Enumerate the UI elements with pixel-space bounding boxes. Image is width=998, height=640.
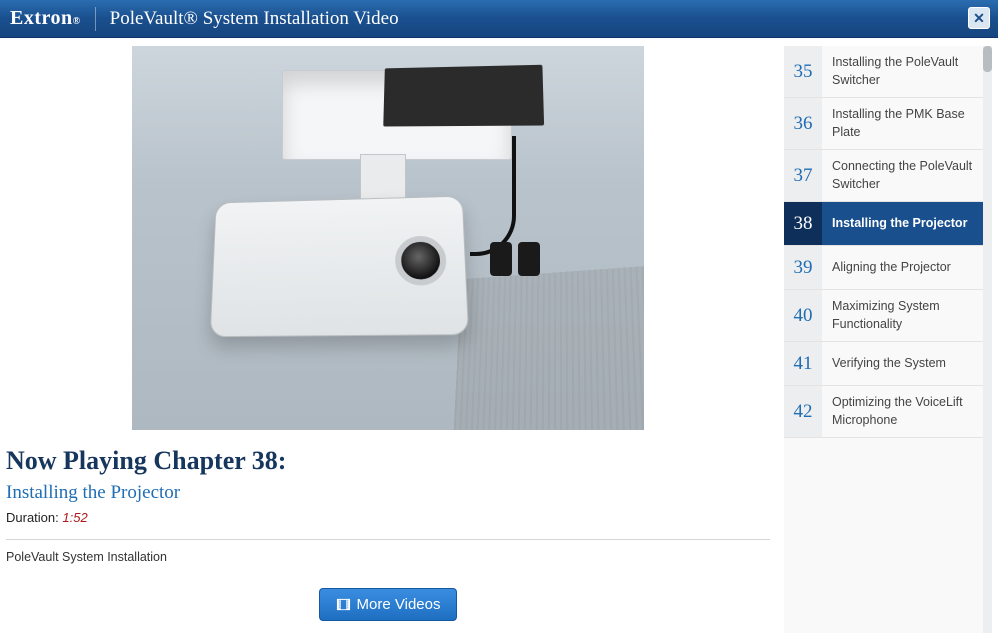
scrollbar-thumb[interactable] [983,46,992,72]
video-scene-projector [210,196,469,338]
playlist-item-label: Optimizing the VoiceLift Microphone [822,386,992,437]
duration-value: 1:52 [62,510,87,525]
more-videos-label: More Videos [357,596,441,613]
now-playing-panel: Now Playing Chapter 38: Installing the P… [6,430,770,621]
chapter-playlist: 35Installing the PoleVault Switcher36Ins… [784,46,992,633]
header-divider [95,7,96,31]
now-playing-subtitle: Installing the Projector [6,482,770,504]
video-scene-ceiling [453,265,644,430]
playlist-item-label: Aligning the Projector [822,251,959,285]
playlist-item-number: 40 [784,290,822,341]
series-name: PoleVault System Installation [6,550,770,564]
playlist-item-number: 39 [784,246,822,289]
playlist-item-number: 36 [784,98,822,149]
video-scene-lens [395,236,447,286]
playlist-item-37[interactable]: 37Connecting the PoleVault Switcher [784,150,992,202]
playlist-item-40[interactable]: 40Maximizing System Functionality [784,290,992,342]
more-videos-wrap: More Videos [6,588,770,621]
brand-logo: Extron® [10,7,81,30]
playlist-item-36[interactable]: 36Installing the PMK Base Plate [784,98,992,150]
playlist-item-label: Installing the PoleVault Switcher [822,46,992,97]
film-icon [336,597,351,612]
playlist-item-39[interactable]: 39Aligning the Projector [784,246,992,290]
playlist-scrollbar[interactable] [983,46,992,633]
video-scene-plug [490,242,512,276]
playlist-item-number: 41 [784,342,822,385]
playlist-item-label: Installing the Projector [822,207,975,241]
brand-dot: ® [73,16,81,27]
playlist-item-number: 42 [784,386,822,437]
video-scene-avbox [383,65,544,127]
now-playing-duration: Duration: 1:52 [6,510,770,525]
playlist-item-number: 38 [784,202,822,245]
divider [6,539,770,540]
close-button[interactable]: ✕ [968,7,990,29]
playlist-item-label: Connecting the PoleVault Switcher [822,150,992,201]
playlist-item-41[interactable]: 41Verifying the System [784,342,992,386]
playlist-item-label: Maximizing System Functionality [822,290,992,341]
video-column: Now Playing Chapter 38: Installing the P… [6,46,770,633]
video-scene-plug2 [518,242,540,276]
playlist-item-number: 37 [784,150,822,201]
page-title: PoleVault® System Installation Video [110,8,399,30]
playlist-item-38[interactable]: 38Installing the Projector [784,202,992,246]
more-videos-button[interactable]: More Videos [319,588,458,621]
playlist-item-label: Installing the PMK Base Plate [822,98,992,149]
duration-label: Duration: [6,510,59,525]
now-playing-heading: Now Playing Chapter 38: [6,446,770,476]
brand-text: Extron [10,7,73,29]
main-content: Now Playing Chapter 38: Installing the P… [0,38,998,633]
video-scene-cable [470,136,516,256]
video-player[interactable] [132,46,644,430]
close-icon: ✕ [973,10,985,27]
playlist-item-42[interactable]: 42Optimizing the VoiceLift Microphone [784,386,992,438]
playlist-item-number: 35 [784,46,822,97]
header-bar: Extron® PoleVault® System Installation V… [0,0,998,38]
playlist-item-label: Verifying the System [822,347,954,381]
playlist-item-35[interactable]: 35Installing the PoleVault Switcher [784,46,992,98]
